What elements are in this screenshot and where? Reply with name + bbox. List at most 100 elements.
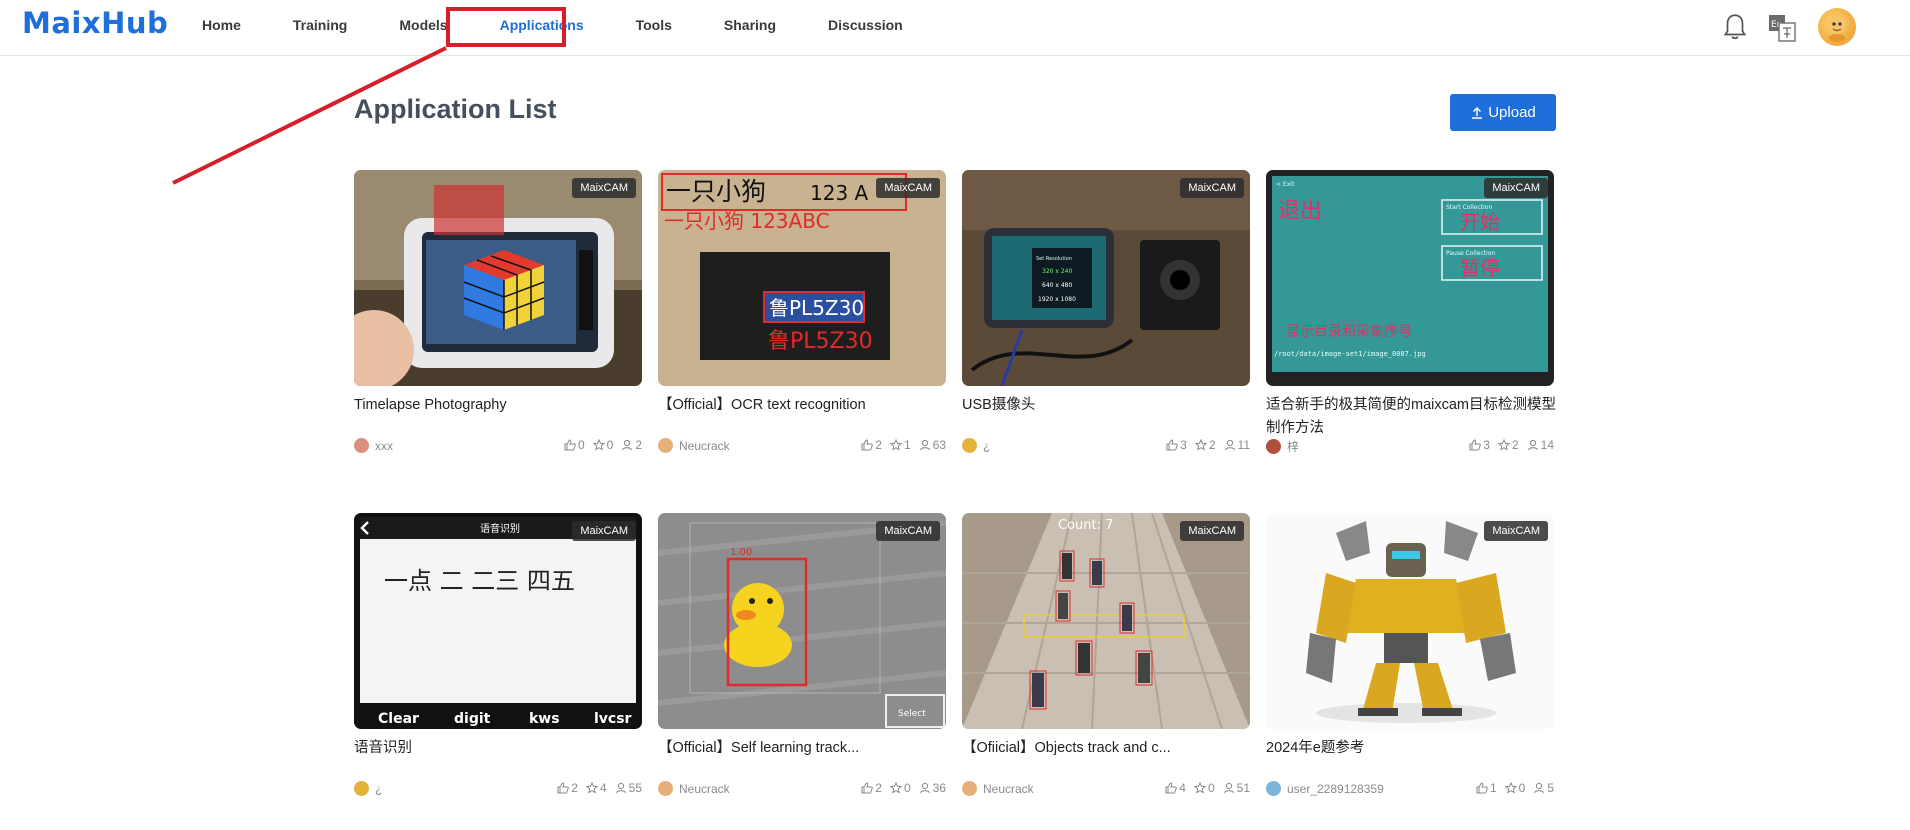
likes-stat[interactable]: 2 bbox=[861, 781, 882, 795]
author-avatar bbox=[354, 438, 369, 453]
user-avatar[interactable] bbox=[1818, 8, 1856, 46]
ocr-result-text: 一只小狗 123ABC bbox=[664, 209, 830, 233]
annotation-arrow bbox=[172, 46, 447, 185]
author[interactable]: Neucrack bbox=[962, 781, 1034, 796]
author[interactable]: Neucrack bbox=[658, 438, 730, 453]
det-pause-text: 暂停 bbox=[1460, 256, 1500, 280]
app-thumbnail[interactable]: MaixCAM bbox=[354, 170, 642, 386]
downloads-count: 36 bbox=[932, 781, 946, 795]
app-thumbnail[interactable]: Set Resolution 320 x 240 640 x 480 1920 … bbox=[962, 170, 1250, 386]
app-stats: 2 4 55 bbox=[557, 781, 642, 795]
app-title[interactable]: 适合新手的极其简便的maixcam目标检测模型制作方法 bbox=[1266, 394, 1556, 440]
app-card[interactable]: 1.00 Select MaixCAM 【Official】Self learn… bbox=[658, 513, 946, 813]
likes-stat[interactable]: 3 bbox=[1166, 438, 1187, 452]
app-card[interactable]: 语音识别 一点 二 二三 四五 Clear digit kws lvcsr Ma… bbox=[354, 513, 642, 813]
app-card[interactable]: Count: 7 MaixCAM 【Ofiicial】Objects track… bbox=[962, 513, 1250, 813]
app-stats: 1 0 5 bbox=[1476, 781, 1554, 795]
avatar-mascot-icon bbox=[1828, 16, 1846, 42]
device-tag: MaixCAM bbox=[1180, 521, 1244, 541]
thumb-up-icon bbox=[564, 439, 576, 451]
star-icon bbox=[1194, 439, 1207, 451]
app-thumbnail[interactable]: 一只小狗 123 A 一只小狗 123ABC 鲁PL5Z30 鲁PL5Z30 M… bbox=[658, 170, 946, 386]
det-start-text: 开始 bbox=[1460, 210, 1500, 234]
stars-stat[interactable]: 0 bbox=[1504, 781, 1526, 795]
top-header: MaixHub Home Training Models Application… bbox=[0, 0, 1910, 56]
stars-count: 0 bbox=[1518, 781, 1526, 795]
nav-home[interactable]: Home bbox=[176, 0, 267, 50]
author-name: Neucrack bbox=[679, 438, 730, 453]
nav-discussion[interactable]: Discussion bbox=[802, 0, 929, 50]
stars-count: 0 bbox=[903, 781, 911, 795]
app-card[interactable]: Set Resolution 320 x 240 640 x 480 1920 … bbox=[962, 170, 1250, 470]
likes-stat[interactable]: 4 bbox=[1165, 781, 1186, 795]
app-thumbnail[interactable]: 语音识别 一点 二 二三 四五 Clear digit kws lvcsr Ma… bbox=[354, 513, 642, 729]
likes-stat[interactable]: 2 bbox=[557, 781, 578, 795]
app-title[interactable]: 【Ofiicial】Objects track and c... bbox=[962, 737, 1252, 760]
objects-track-image: Count: 7 bbox=[962, 513, 1250, 729]
stars-count: 0 bbox=[1207, 781, 1215, 795]
stars-stat[interactable]: 2 bbox=[1497, 438, 1519, 452]
author-avatar bbox=[354, 781, 369, 796]
likes-count: 0 bbox=[577, 438, 585, 452]
download-icon bbox=[1223, 782, 1234, 794]
stars-stat[interactable]: 2 bbox=[1194, 438, 1216, 452]
logo[interactable]: MaixHub bbox=[22, 6, 168, 40]
app-card[interactable]: < Exit 退出 Start Collection 开始 Pause Coll… bbox=[1266, 170, 1556, 470]
app-thumbnail[interactable]: 1.00 Select MaixCAM bbox=[658, 513, 946, 729]
app-meta: 梓 3 2 14 bbox=[1266, 438, 1554, 456]
thumb-up-icon bbox=[1165, 782, 1178, 794]
author[interactable]: Neucrack bbox=[658, 781, 730, 796]
app-thumbnail[interactable]: Count: 7 MaixCAM bbox=[962, 513, 1250, 729]
likes-count: 4 bbox=[1179, 781, 1186, 795]
stars-stat[interactable]: 0 bbox=[592, 438, 613, 452]
usb-menu-line-3: 1920 x 1080 bbox=[1038, 296, 1076, 303]
app-stats: 3 2 11 bbox=[1166, 438, 1250, 452]
app-title[interactable]: USB摄像头 bbox=[962, 394, 1252, 417]
nav-sharing[interactable]: Sharing bbox=[698, 0, 802, 50]
author-avatar bbox=[658, 438, 673, 453]
nav-models[interactable]: Models bbox=[373, 0, 473, 50]
stars-stat[interactable]: 0 bbox=[1193, 781, 1215, 795]
author[interactable]: user_2289128359 bbox=[1266, 781, 1384, 796]
likes-count: 2 bbox=[571, 781, 578, 795]
nav-applications[interactable]: Applications bbox=[474, 0, 610, 50]
nav-tools[interactable]: Tools bbox=[610, 0, 698, 50]
ocr-image: 一只小狗 123 A 一只小狗 123ABC 鲁PL5Z30 鲁PL5Z30 bbox=[658, 170, 946, 386]
app-title[interactable]: 【Official】Self learning track... bbox=[658, 737, 948, 760]
downloads-count: 51 bbox=[1236, 781, 1250, 795]
app-title[interactable]: Timelapse Photography bbox=[354, 394, 644, 417]
stars-stat[interactable]: 4 bbox=[585, 781, 607, 795]
downloads-stat: 14 bbox=[1527, 438, 1554, 452]
speech-result-text: 一点 二 二三 四五 bbox=[384, 567, 575, 595]
star-icon bbox=[585, 782, 598, 794]
stars-stat[interactable]: 0 bbox=[889, 781, 911, 795]
app-meta: Neucrack 4 0 51 bbox=[962, 781, 1250, 799]
app-card[interactable]: MaixCAM Timelapse Photography xxx 0 0 2 bbox=[354, 170, 642, 470]
downloads-stat: 55 bbox=[615, 781, 642, 795]
app-card[interactable]: MaixCAM 2024年e题参考 user_2289128359 1 0 5 bbox=[1266, 513, 1554, 813]
stars-count: 2 bbox=[1511, 438, 1519, 452]
likes-stat[interactable]: 0 bbox=[564, 438, 585, 452]
app-title[interactable]: 语音识别 bbox=[354, 737, 644, 760]
app-stats: 0 0 2 bbox=[564, 438, 642, 452]
likes-stat[interactable]: 2 bbox=[861, 438, 882, 452]
app-meta: ¿ 2 4 55 bbox=[354, 781, 642, 799]
likes-stat[interactable]: 3 bbox=[1469, 438, 1490, 452]
app-card[interactable]: 一只小狗 123 A 一只小狗 123ABC 鲁PL5Z30 鲁PL5Z30 M… bbox=[658, 170, 946, 470]
app-thumbnail[interactable]: MaixCAM bbox=[1266, 513, 1554, 729]
app-thumbnail[interactable]: < Exit 退出 Start Collection 开始 Pause Coll… bbox=[1266, 170, 1554, 386]
likes-count: 3 bbox=[1483, 438, 1490, 452]
author[interactable]: xxx bbox=[354, 438, 393, 453]
nav-training[interactable]: Training bbox=[267, 0, 373, 50]
author[interactable]: ¿ bbox=[354, 781, 382, 796]
author[interactable]: 梓 bbox=[1266, 438, 1299, 455]
language-icon[interactable]: En bbox=[1768, 14, 1796, 42]
likes-stat[interactable]: 1 bbox=[1476, 781, 1497, 795]
stars-stat[interactable]: 1 bbox=[889, 438, 911, 452]
upload-button[interactable]: Upload bbox=[1450, 94, 1556, 131]
app-title[interactable]: 【Official】OCR text recognition bbox=[658, 394, 948, 417]
bell-icon[interactable] bbox=[1722, 12, 1748, 42]
author[interactable]: ¿ bbox=[962, 438, 990, 453]
app-title[interactable]: 2024年e题参考 bbox=[1266, 737, 1556, 760]
device-tag: MaixCAM bbox=[876, 178, 940, 198]
